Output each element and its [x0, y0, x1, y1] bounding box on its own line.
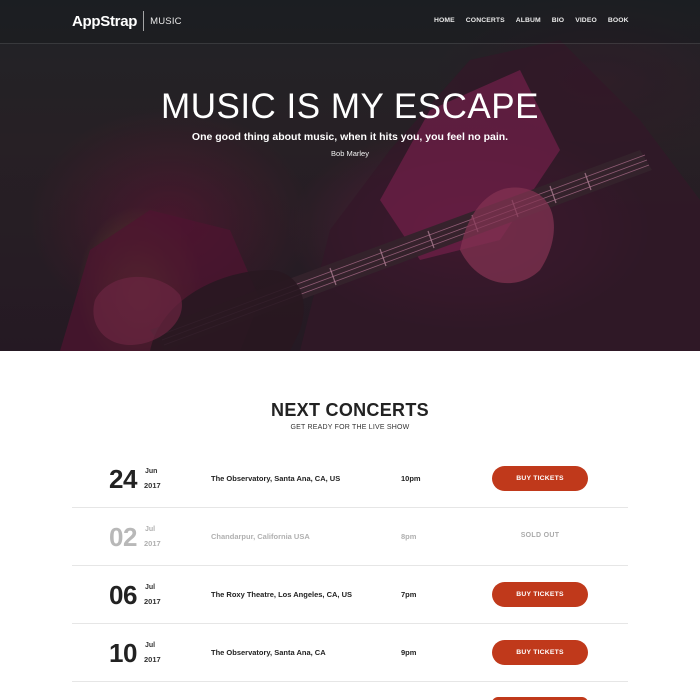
concert-day: 24 — [109, 464, 137, 494]
brand-logo[interactable]: AppStrap MUSIC — [72, 11, 182, 31]
nav-link-home[interactable]: HOME — [434, 17, 455, 24]
concert-time: 9pm — [401, 648, 417, 657]
concert-month: Jul — [145, 642, 156, 649]
concert-year: 2017 — [144, 597, 161, 606]
nav-link-concerts[interactable]: CONCERTS — [466, 17, 505, 24]
concert-time: 8pm — [401, 532, 417, 541]
nav-link-video[interactable]: VIDEO — [575, 17, 597, 24]
logo-subtitle: MUSIC — [150, 15, 182, 27]
concert-venue: Chandarpur, California USA — [211, 532, 310, 541]
concert-venue: The Observatory, Santa Ana, CA — [211, 648, 326, 657]
hero-overlay — [0, 0, 700, 351]
concert-list: 24 Jun 2017 The Observatory, Santa Ana, … — [72, 450, 628, 700]
concert-time: 10pm — [401, 474, 421, 483]
nav-link-book[interactable]: BOOK — [608, 17, 629, 24]
hero-quote-author: Bob Marley — [331, 149, 369, 158]
hero-banner: AppStrap MUSIC HOME CONCERTS ALBUM BIO V… — [0, 0, 700, 351]
logo-text: AppStrap — [72, 12, 138, 30]
concert-day: 06 — [109, 580, 137, 610]
concert-month: Jul — [145, 584, 156, 591]
concert-year: 2017 — [144, 539, 161, 548]
buy-tickets-button[interactable]: BUY TICKETS — [492, 466, 588, 491]
concert-venue: The Observatory, Santa Ana, CA, US — [211, 474, 341, 483]
concert-month: Jun — [145, 468, 158, 475]
hero-quote: One good thing about music, when it hits… — [191, 131, 509, 143]
concert-row: 02 Jul 2017 Chandarpur, California USA 8… — [72, 508, 628, 566]
nav-link-bio[interactable]: BIO — [552, 17, 564, 24]
hero-title: MUSIC IS MY ESCAPE — [161, 87, 539, 126]
concert-time: 7pm — [401, 590, 417, 599]
concert-row: 06 Jul 2017 The Roxy Theatre, Los Angele… — [72, 566, 628, 624]
concert-month: Jul — [145, 526, 156, 533]
sold-out-label: SOLD OUT — [520, 532, 560, 539]
concert-row-partial — [72, 682, 628, 700]
buy-tickets-button[interactable]: BUY TICKETS — [492, 582, 588, 607]
top-navbar: AppStrap MUSIC HOME CONCERTS ALBUM BIO V… — [0, 0, 700, 44]
concert-row: 10 Jul 2017 The Observatory, Santa Ana, … — [72, 624, 628, 682]
concert-year: 2017 — [144, 655, 161, 664]
nav-link-album[interactable]: ALBUM — [516, 17, 541, 24]
concert-day: 02 — [109, 522, 137, 552]
concert-year: 2017 — [144, 481, 161, 490]
nav-links: HOME CONCERTS ALBUM BIO VIDEO BOOK — [434, 17, 640, 24]
concert-row: 24 Jun 2017 The Observatory, Santa Ana, … — [72, 450, 628, 508]
buy-tickets-button[interactable]: BUY TICKETS — [492, 640, 588, 665]
logo-divider — [143, 11, 145, 31]
concerts-subtitle: GET READY FOR THE LIVE SHOW — [290, 424, 410, 431]
concert-venue: The Roxy Theatre, Los Angeles, CA, US — [211, 590, 353, 599]
concert-day: 10 — [109, 638, 137, 668]
concerts-title: NEXT CONCERTS — [271, 400, 429, 420]
